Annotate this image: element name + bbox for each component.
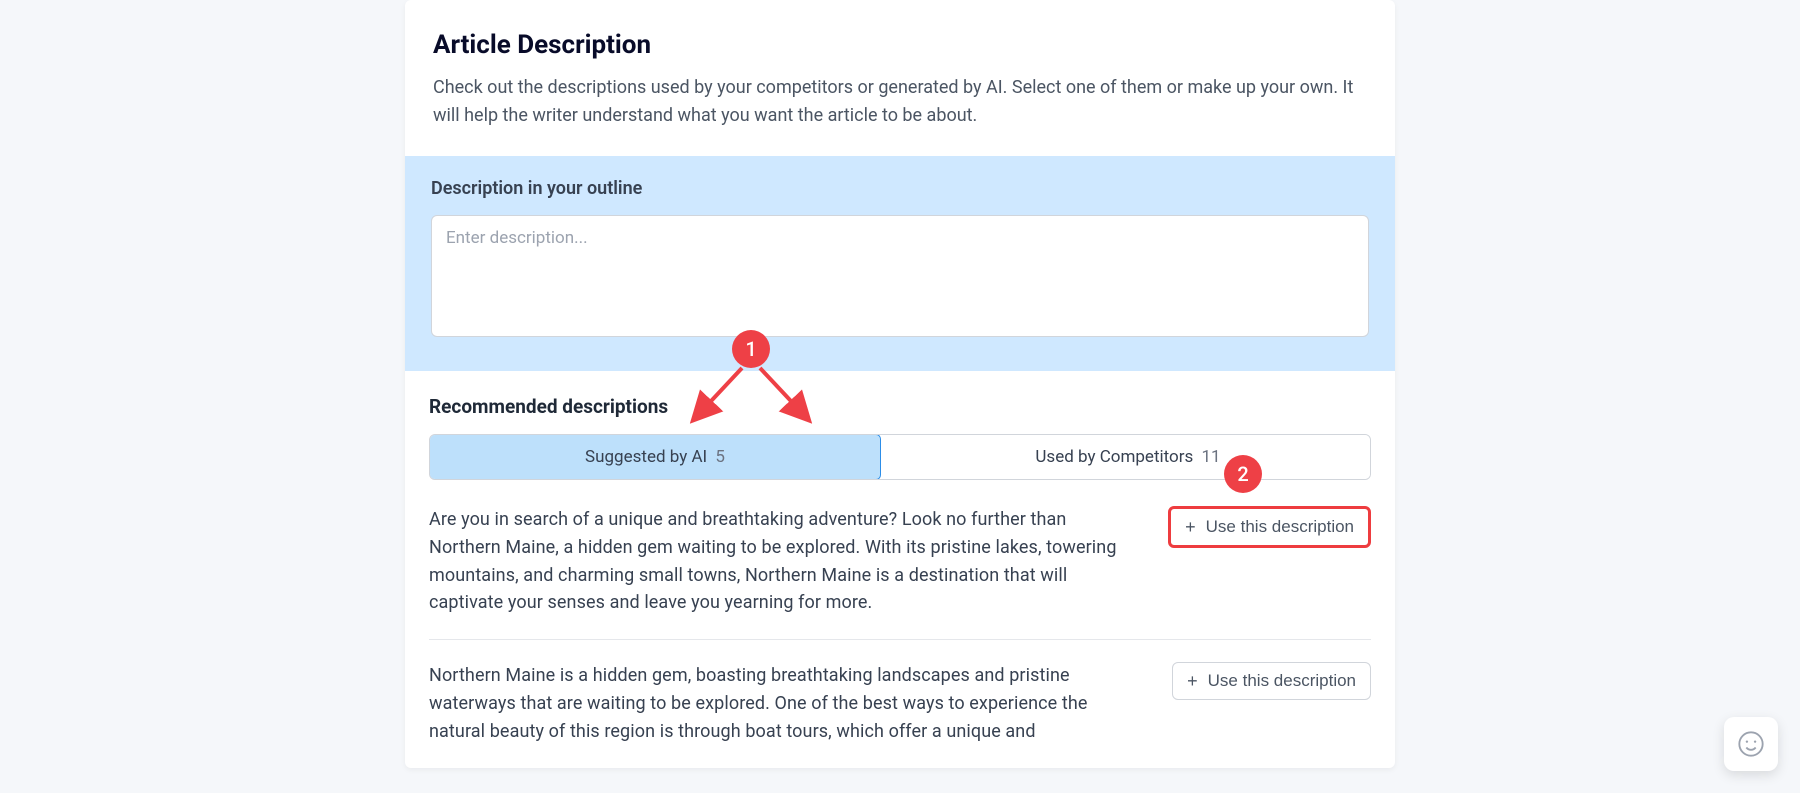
tab-count: 5 [715,447,725,467]
plus-icon: + [1187,672,1198,690]
description-item: Are you in search of a unique and breath… [429,506,1371,641]
description-text: Are you in search of a unique and breath… [429,506,1128,618]
button-label: Use this description [1208,671,1356,691]
tab-label: Suggested by AI [585,447,707,467]
page-title: Article Description [433,30,1367,60]
button-label: Use this description [1206,517,1354,537]
use-this-description-button[interactable]: + Use this description [1168,506,1371,548]
tab-suggested-by-ai[interactable]: Suggested by AI 5 [429,434,881,480]
smiley-icon [1737,730,1765,758]
recommended-title: Recommended descriptions [429,395,1371,418]
use-this-description-button[interactable]: + Use this description [1172,662,1371,700]
description-list: Are you in search of a unique and breath… [429,506,1371,768]
description-item: Northern Maine is a hidden gem, boasting… [429,640,1371,768]
annotation-badge-1: 1 [732,330,770,368]
page-subtitle: Check out the descriptions used by your … [433,74,1367,130]
outline-section: Description in your outline [405,156,1395,371]
description-input[interactable] [431,215,1369,337]
header-section: Article Description Check out the descri… [405,0,1395,156]
outline-label: Description in your outline [431,178,1369,199]
annotation-badge-2: 2 [1224,455,1262,493]
tab-label: Used by Competitors [1035,447,1193,467]
plus-icon: + [1185,518,1196,536]
article-description-card: Article Description Check out the descri… [405,0,1395,768]
recommended-section: Recommended descriptions Suggested by AI… [405,371,1395,768]
tab-used-by-competitors[interactable]: Used by Competitors 11 [880,435,1371,479]
tab-count: 11 [1202,447,1221,467]
feedback-button[interactable] [1724,717,1778,771]
description-text: Northern Maine is a hidden gem, boasting… [429,662,1132,746]
